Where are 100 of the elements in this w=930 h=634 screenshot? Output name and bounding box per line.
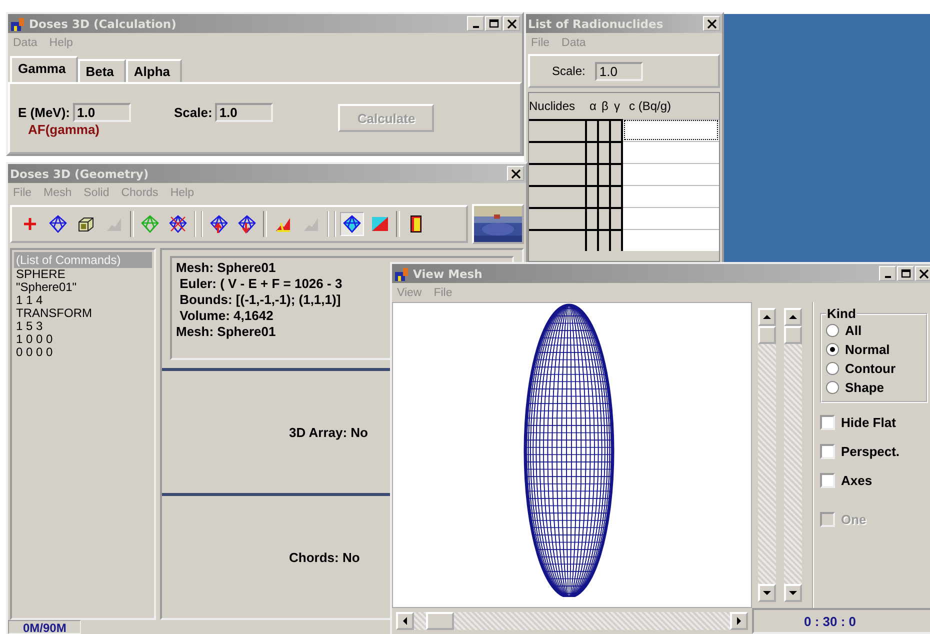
- checkbox[interactable]: [820, 415, 835, 430]
- tab[interactable]: Gamma: [10, 56, 78, 82]
- radio-label[interactable]: Normal: [845, 342, 890, 357]
- mesh-icon: [237, 214, 257, 234]
- table-cell[interactable]: [599, 119, 611, 141]
- table-cell[interactable]: [529, 229, 587, 251]
- mesh-icon: [168, 214, 188, 234]
- list-item[interactable]: "Sphere01": [14, 281, 77, 294]
- close-icon: [706, 18, 718, 28]
- radio-button[interactable]: [826, 362, 839, 375]
- table-cell[interactable]: [599, 207, 611, 229]
- scale-field[interactable]: 1.0: [595, 62, 644, 80]
- scroll-down-button[interactable]: [758, 584, 776, 602]
- result-label: AF(gamma): [28, 122, 100, 137]
- window-title: View Mesh: [413, 266, 482, 280]
- table-cell[interactable]: [529, 119, 587, 141]
- chords-status: Chords: No: [289, 550, 360, 564]
- table-cell[interactable]: [623, 207, 719, 229]
- table-cell[interactable]: [623, 141, 719, 163]
- table-cell[interactable]: [611, 207, 623, 229]
- array-status: 3D Array: No: [289, 424, 368, 440]
- info-line: Bounds: [(-1,-1,-1); (1,1,1)]: [178, 292, 341, 308]
- maximize-button[interactable]: [897, 266, 914, 281]
- radio-label[interactable]: Contour: [845, 361, 896, 376]
- radio-label[interactable]: All: [845, 323, 862, 338]
- table-cell[interactable]: [599, 163, 611, 185]
- table-cell[interactable]: [611, 119, 623, 141]
- scroll-right-button[interactable]: [730, 612, 748, 630]
- close-icon: [918, 268, 930, 278]
- table-cell[interactable]: [623, 119, 719, 141]
- table-cell[interactable]: [611, 163, 623, 185]
- close-icon: [506, 18, 518, 28]
- list-item[interactable]: 0 0 0 0: [14, 346, 53, 359]
- table-cell[interactable]: [599, 141, 611, 163]
- radio-button[interactable]: [826, 381, 839, 394]
- table-cell[interactable]: [529, 163, 587, 185]
- checkbox[interactable]: [820, 444, 835, 459]
- checkbox-label[interactable]: Axes: [841, 473, 872, 488]
- horizontal-scrollbar[interactable]: [396, 612, 748, 630]
- scroll-up-button[interactable]: [758, 308, 776, 326]
- radio-button[interactable]: [826, 324, 839, 337]
- table-cell[interactable]: [587, 229, 599, 251]
- scroll-up-button[interactable]: [784, 308, 802, 326]
- minimize-icon: [884, 276, 890, 278]
- scroll-thumb[interactable]: [758, 326, 776, 344]
- energy-field[interactable]: 1.0: [73, 102, 131, 122]
- table-cell[interactable]: [529, 141, 587, 163]
- vertical-scrollbar[interactable]: [784, 308, 802, 602]
- table-cell[interactable]: [611, 141, 623, 163]
- tab[interactable]: Beta: [78, 59, 126, 82]
- right-arrow-icon: [736, 616, 742, 626]
- scroll-thumb[interactable]: [784, 326, 802, 344]
- scroll-thumb[interactable]: [426, 612, 454, 630]
- close-button[interactable]: [915, 266, 930, 281]
- table-cell[interactable]: [623, 185, 719, 207]
- table-cell[interactable]: [611, 229, 623, 251]
- tab[interactable]: Alpha: [126, 59, 182, 82]
- checkbox-label[interactable]: Perspect.: [841, 444, 900, 459]
- table-cell[interactable]: [529, 185, 587, 207]
- scroll-left-button[interactable]: [396, 612, 414, 630]
- maximize-button[interactable]: [485, 16, 502, 31]
- list-item[interactable]: TRANSFORM: [14, 307, 92, 320]
- checkbox-label[interactable]: Hide Flat: [841, 415, 896, 430]
- table-cell[interactable]: [587, 141, 599, 163]
- toolbar-button[interactable]: [340, 212, 364, 236]
- table-cell[interactable]: [587, 163, 599, 185]
- close-button[interactable]: [703, 16, 720, 31]
- time-display: 0 : 30 : 0: [804, 614, 856, 628]
- vertical-scrollbar[interactable]: [758, 308, 776, 602]
- scroll-down-button[interactable]: [784, 584, 802, 602]
- scale-field[interactable]: 1.0: [215, 102, 274, 122]
- table-cell[interactable]: [587, 185, 599, 207]
- minimize-button[interactable]: [879, 266, 896, 281]
- list-item[interactable]: SPHERE: [14, 268, 66, 281]
- column-header: β: [600, 99, 610, 113]
- toolbar-separator: [194, 211, 203, 237]
- down-arrow-icon: [788, 590, 798, 596]
- close-button[interactable]: [503, 16, 520, 31]
- table-cell[interactable]: [623, 229, 719, 251]
- table-cell[interactable]: [623, 163, 719, 185]
- list-item[interactable]: 1 5 3: [14, 320, 43, 333]
- radio-label[interactable]: Shape: [845, 380, 884, 395]
- info-line: Volume: 4,1642: [178, 308, 274, 324]
- window-title: Doses 3D (Calculation): [29, 16, 176, 30]
- table-cell[interactable]: [587, 207, 599, 229]
- table-cell[interactable]: [599, 229, 611, 251]
- list-item[interactable]: 1 0 0 0: [14, 333, 53, 346]
- table-cell[interactable]: [587, 119, 599, 141]
- table-cell[interactable]: [529, 207, 587, 229]
- table-cell[interactable]: [599, 185, 611, 207]
- radio-button[interactable]: [826, 343, 839, 356]
- table-cell[interactable]: [611, 185, 623, 207]
- minimize-button[interactable]: [467, 16, 484, 31]
- house-icon: [394, 266, 410, 282]
- column-header: γ: [613, 99, 621, 113]
- maximize-icon: [900, 268, 912, 278]
- checkbox[interactable]: [820, 473, 835, 488]
- list-item[interactable]: 1 1 4: [14, 294, 43, 307]
- close-button[interactable]: [507, 166, 524, 181]
- maximize-icon: [488, 18, 500, 28]
